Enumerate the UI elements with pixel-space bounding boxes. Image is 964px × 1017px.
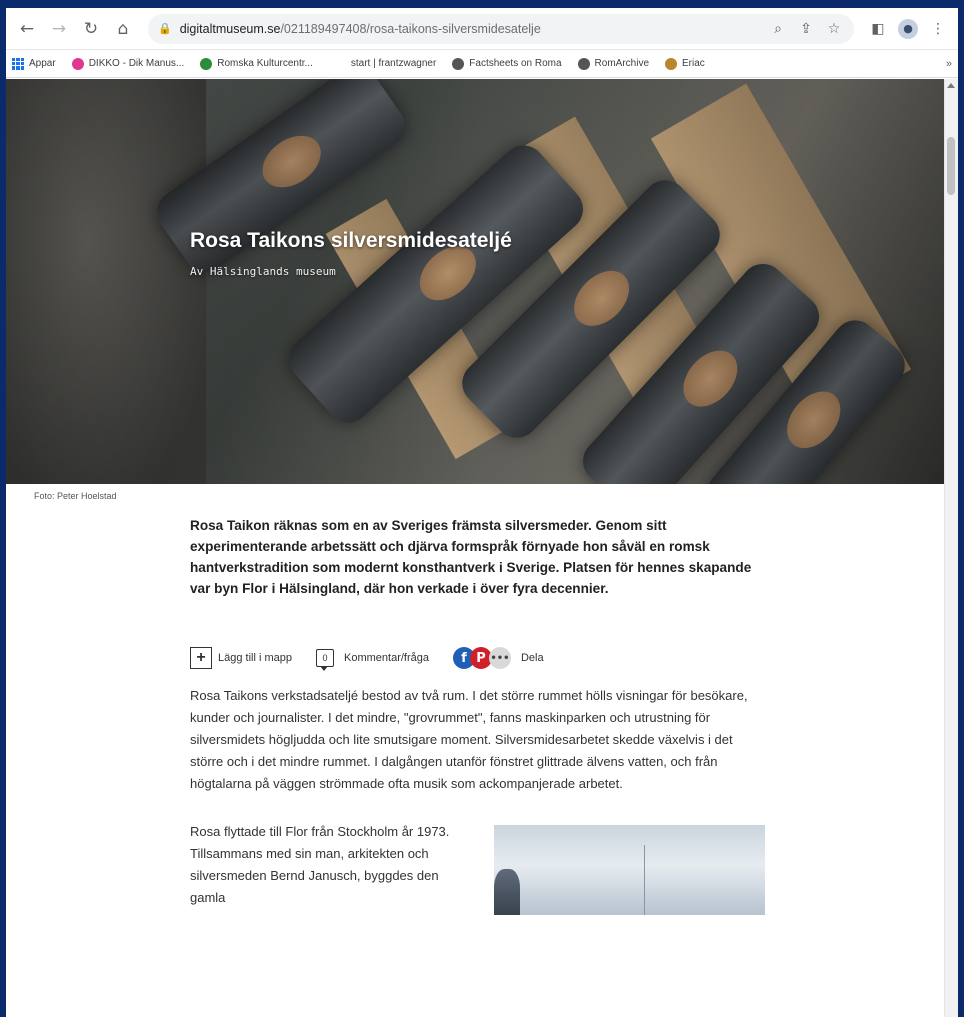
bookmark-label: start | frantzwagner	[350, 58, 437, 69]
globe-icon	[577, 57, 590, 70]
page-title: Rosa Taikons silversmidesateljé	[190, 229, 512, 252]
bookmark-star-icon[interactable]: ☆	[824, 21, 844, 37]
bookmark-label: Romska Kulturcentr...	[217, 58, 313, 69]
article-lead: Rosa Taikon räknas som en av Sveriges fr…	[190, 518, 752, 596]
photo-pole	[644, 845, 646, 915]
bookmarks-overflow-icon[interactable]: »	[946, 58, 952, 70]
bookmark-label: Eriac	[682, 58, 705, 69]
browser-window: ← → ↻ ⌂ 🔒 digitaltmuseum.se/021189497408…	[6, 8, 958, 1017]
comment-label: Kommentar/fråga	[344, 652, 429, 664]
browser-toolbar: ← → ↻ ⌂ 🔒 digitaltmuseum.se/021189497408…	[6, 8, 958, 50]
bookmark-dikko[interactable]: DIKKO - Dik Manus...	[71, 57, 185, 70]
share-group: f P ••• Dela	[452, 647, 544, 669]
hero-shade	[6, 79, 944, 484]
article-photo[interactable]	[494, 825, 765, 915]
bookmark-label: DIKKO - Dik Manus...	[88, 58, 185, 69]
bookmark-factsheets[interactable]: Factsheets on Roma	[452, 57, 562, 70]
address-bar[interactable]: 🔒 digitaltmuseum.se/021189497408/rosa-ta…	[148, 13, 854, 44]
add-to-folder-label: Lägg till i mapp	[218, 652, 292, 664]
article-paragraph: Rosa Taikons verkstadsateljé bestod av t…	[190, 688, 748, 791]
scroll-thumb[interactable]	[947, 137, 955, 195]
url-text[interactable]: digitaltmuseum.se/021189497408/rosa-taik…	[180, 22, 760, 36]
home-icon[interactable]: ⌂	[110, 16, 136, 42]
article-content: Rosa Taikon räknas som en av Sveriges fr…	[190, 515, 765, 915]
bookmark-apps[interactable]: Appar	[12, 57, 56, 70]
bookmark-label: Appar	[29, 58, 56, 69]
apps-grid-icon	[12, 57, 24, 70]
url-path: /021189497408/rosa-taikons-silversmidesa…	[280, 21, 541, 36]
share-label[interactable]: Dela	[521, 652, 544, 664]
side-panel-icon[interactable]: ◧	[866, 17, 890, 41]
page-viewport: Rosa Taikons silversmidesateljé Av Hälsi…	[6, 79, 958, 1017]
bookmark-romska-kulturcentrum[interactable]: Romska Kulturcentr...	[200, 57, 313, 70]
add-to-folder-button[interactable]: + Lägg till i mapp	[190, 647, 292, 669]
page-subtitle[interactable]: Av Hälsinglands museum	[190, 265, 336, 278]
bookmark-romarchive[interactable]: RomArchive	[577, 57, 650, 70]
eriac-favicon-icon	[665, 57, 678, 70]
dikko-favicon-icon	[71, 57, 84, 70]
bookmarks-bar: Appar DIKKO - Dik Manus... Romska Kultur…	[6, 50, 958, 78]
comment-bubble-icon: 0	[316, 649, 334, 671]
back-arrow-icon[interactable]: ←	[14, 16, 40, 42]
photo-tree	[494, 869, 521, 915]
article-two-column: Rosa flyttade till Flor från Stockholm å…	[190, 821, 765, 915]
bookmark-frantzwagner[interactable]: start | frantzwagner	[351, 58, 436, 69]
more-share-icon[interactable]: •••	[488, 647, 511, 669]
article-paragraph: Rosa flyttade till Flor från Stockholm å…	[190, 824, 450, 905]
zoom-icon[interactable]: ⌕	[768, 21, 788, 37]
plus-icon: +	[190, 647, 212, 669]
url-host: digitaltmuseum.se	[179, 21, 281, 36]
bookmark-label: Factsheets on Roma	[469, 58, 562, 69]
comment-button[interactable]: 0 Kommentar/fråga	[316, 649, 429, 671]
share-page-icon[interactable]: ⇪	[796, 21, 816, 37]
hero-image: Rosa Taikons silversmidesateljé Av Hälsi…	[6, 79, 944, 484]
lock-icon: 🔒	[158, 22, 172, 35]
photo-credit: Foto: Peter Hoelstad	[34, 491, 117, 501]
scrollbar[interactable]	[944, 79, 958, 1017]
profile-avatar-icon[interactable]: ●	[896, 17, 920, 41]
bookmark-eriac[interactable]: Eriac	[665, 57, 705, 70]
comment-count: 0	[322, 653, 328, 663]
menu-kebab-icon[interactable]: ⋮	[926, 17, 950, 41]
romska-favicon-icon	[200, 57, 213, 70]
bookmark-label: RomArchive	[594, 58, 650, 69]
globe-icon	[452, 57, 465, 70]
article-actions: + Lägg till i mapp 0 Kommentar/fråga f P…	[190, 645, 765, 671]
forward-arrow-icon[interactable]: →	[46, 16, 72, 42]
reload-icon[interactable]: ↻	[78, 16, 104, 42]
scroll-up-arrow-icon[interactable]	[947, 83, 955, 88]
